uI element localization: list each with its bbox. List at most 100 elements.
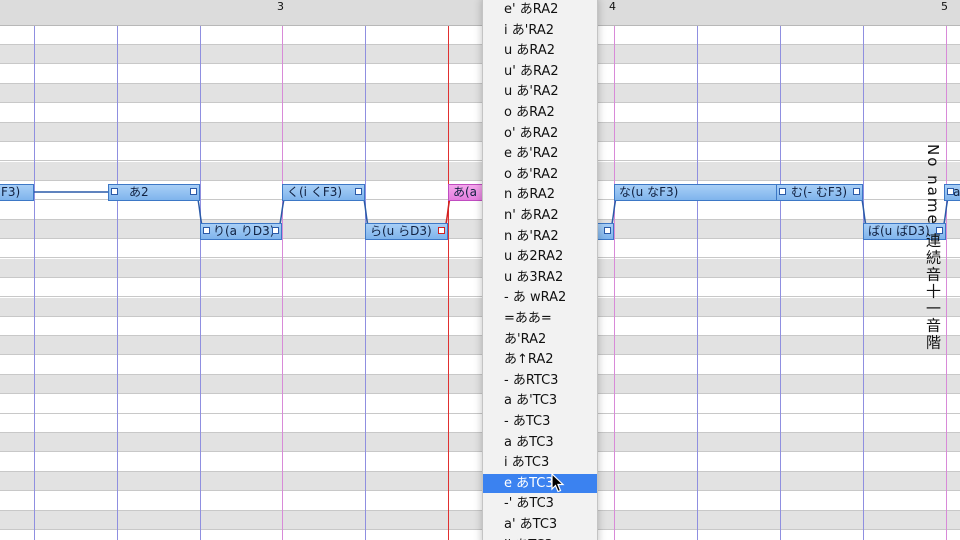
pitch-row[interactable] [0,84,960,104]
menu-item[interactable]: o あ'RA2 [483,165,597,184]
note-lyric: む(- むF3) [791,185,848,199]
note-lyric: あ(a [453,185,478,199]
note-block[interactable]: り(a りD3) [200,223,282,240]
menu-item[interactable]: n' あRA2 [483,206,597,225]
note-end-handle[interactable] [272,227,279,234]
menu-item[interactable]: あ↑RA2 [483,350,597,369]
menu-item[interactable]: - あ wRA2 [483,288,597,307]
note-block[interactable]: ら(u らD3) [365,223,448,240]
note-start-handle[interactable] [111,188,118,195]
arrow-cursor-icon [551,473,565,493]
menu-item[interactable]: n あRA2 [483,185,597,204]
piano-roll-grid[interactable]: F3) あ2 り(a りD3) く(i くF3) ら(u らD3) あ(a ) [0,26,960,540]
menu-item[interactable]: o あRA2 [483,103,597,122]
note-end-handle[interactable] [438,227,445,234]
alias-popup-menu[interactable]: e' あRA2 i あ'RA2 u あRA2 u' あRA2 u あ'RA2 o あRA2… [482,0,598,540]
pitch-row[interactable] [0,45,960,65]
beat-line [863,26,864,540]
beat-line [365,26,366,540]
note-lyric: り(a りD3) [213,224,275,238]
note-block[interactable]: a [944,184,960,201]
menu-item[interactable]: u あ'RA2 [483,82,597,101]
note-start-handle[interactable] [203,227,210,234]
note-block[interactable]: く(i くF3) [282,184,365,201]
note-end-handle[interactable] [355,188,362,195]
pitch-row[interactable] [0,491,960,511]
beat-line [697,26,698,540]
beat-line [117,26,118,540]
note-start-handle[interactable] [779,188,786,195]
note-lyric: く(i くF3) [287,185,343,199]
pitch-row[interactable] [0,220,960,239]
menu-item[interactable]: - あTC3 [483,412,597,431]
menu-item[interactable]: i' あTC3 [483,536,597,540]
pitch-row[interactable] [0,530,960,540]
pitch-row[interactable] [0,414,960,433]
note-start-handle[interactable] [947,188,954,195]
menu-item[interactable]: - あRTC3 [483,371,597,390]
menu-item[interactable]: u あRA2 [483,41,597,60]
menu-item[interactable]: e あ'RA2 [483,144,597,163]
menu-item[interactable]: u' あRA2 [483,62,597,81]
playhead-line[interactable] [448,26,449,540]
beat-line [34,26,35,540]
pitch-row[interactable] [0,297,960,317]
pitch-row[interactable] [0,472,960,492]
pitch-row[interactable] [0,336,960,356]
measure-ruler[interactable]: 3 4 5 [0,0,960,26]
pitch-row[interactable] [0,26,960,45]
pitch-row[interactable] [0,511,960,530]
menu-item[interactable]: o' あRA2 [483,124,597,143]
pitch-row[interactable] [0,142,960,162]
piano-roll-window: 3 4 5 F3) あ2 り(a りD3) く(i くF3) ら(u らD3) … [0,0,960,540]
menu-item[interactable]: a あ'TC3 [483,391,597,410]
pitch-row[interactable] [0,161,960,181]
menu-item[interactable]: e' あRA2 [483,0,597,19]
pitch-row[interactable] [0,123,960,142]
note-block[interactable]: あ2 [108,184,200,201]
measure-number-3: 3 [277,0,284,13]
menu-item[interactable]: i あTC3 [483,453,597,472]
note-lyric: あ2 [129,185,149,199]
menu-item[interactable]: a' あTC3 [483,515,597,534]
menu-item[interactable]: n あ'RA2 [483,227,597,246]
pitch-row[interactable] [0,64,960,84]
measure-number-4: 4 [609,0,616,13]
bar-line [282,26,283,540]
menu-item[interactable]: i あ'RA2 [483,21,597,40]
track-name-label: No name 連続音十一音階 [924,144,942,352]
note-lyric: F3) [1,185,21,199]
note-block[interactable]: F3) [0,184,34,201]
pitch-row[interactable] [0,200,960,220]
note-lyric: ら(u らD3) [370,224,432,238]
pitch-row[interactable] [0,355,960,375]
menu-item[interactable]: e あTC3 [483,473,597,493]
menu-item[interactable]: あ'RA2 [483,330,597,349]
pitch-row[interactable] [0,258,960,278]
menu-item[interactable]: a あTC3 [483,433,597,452]
beat-line [200,26,201,540]
note-block[interactable]: な(u なF3) [614,184,780,201]
beat-line [780,26,781,540]
note-end-handle[interactable] [604,227,611,234]
pitch-row[interactable] [0,452,960,472]
menu-item[interactable]: -' あTC3 [483,494,597,513]
menu-item[interactable]: =ああ= [483,309,597,328]
note-lyric: な(u なF3) [619,185,679,199]
pitch-row[interactable] [0,394,960,414]
pitch-row[interactable] [0,239,960,259]
note-lyric: a [953,185,960,199]
pitch-row[interactable] [0,103,960,123]
pitch-row[interactable] [0,317,960,336]
note-block[interactable]: む(- むF3) [776,184,863,201]
measure-number-5: 5 [941,0,948,13]
menu-item[interactable]: u あ2RA2 [483,247,597,266]
pitch-row[interactable] [0,433,960,453]
pitch-row[interactable] [0,375,960,395]
note-end-handle[interactable] [190,188,197,195]
bar-line [946,26,947,540]
note-end-handle[interactable] [853,188,860,195]
pitch-row[interactable] [0,278,960,298]
menu-item[interactable]: u あ3RA2 [483,268,597,287]
bar-line [614,26,615,540]
